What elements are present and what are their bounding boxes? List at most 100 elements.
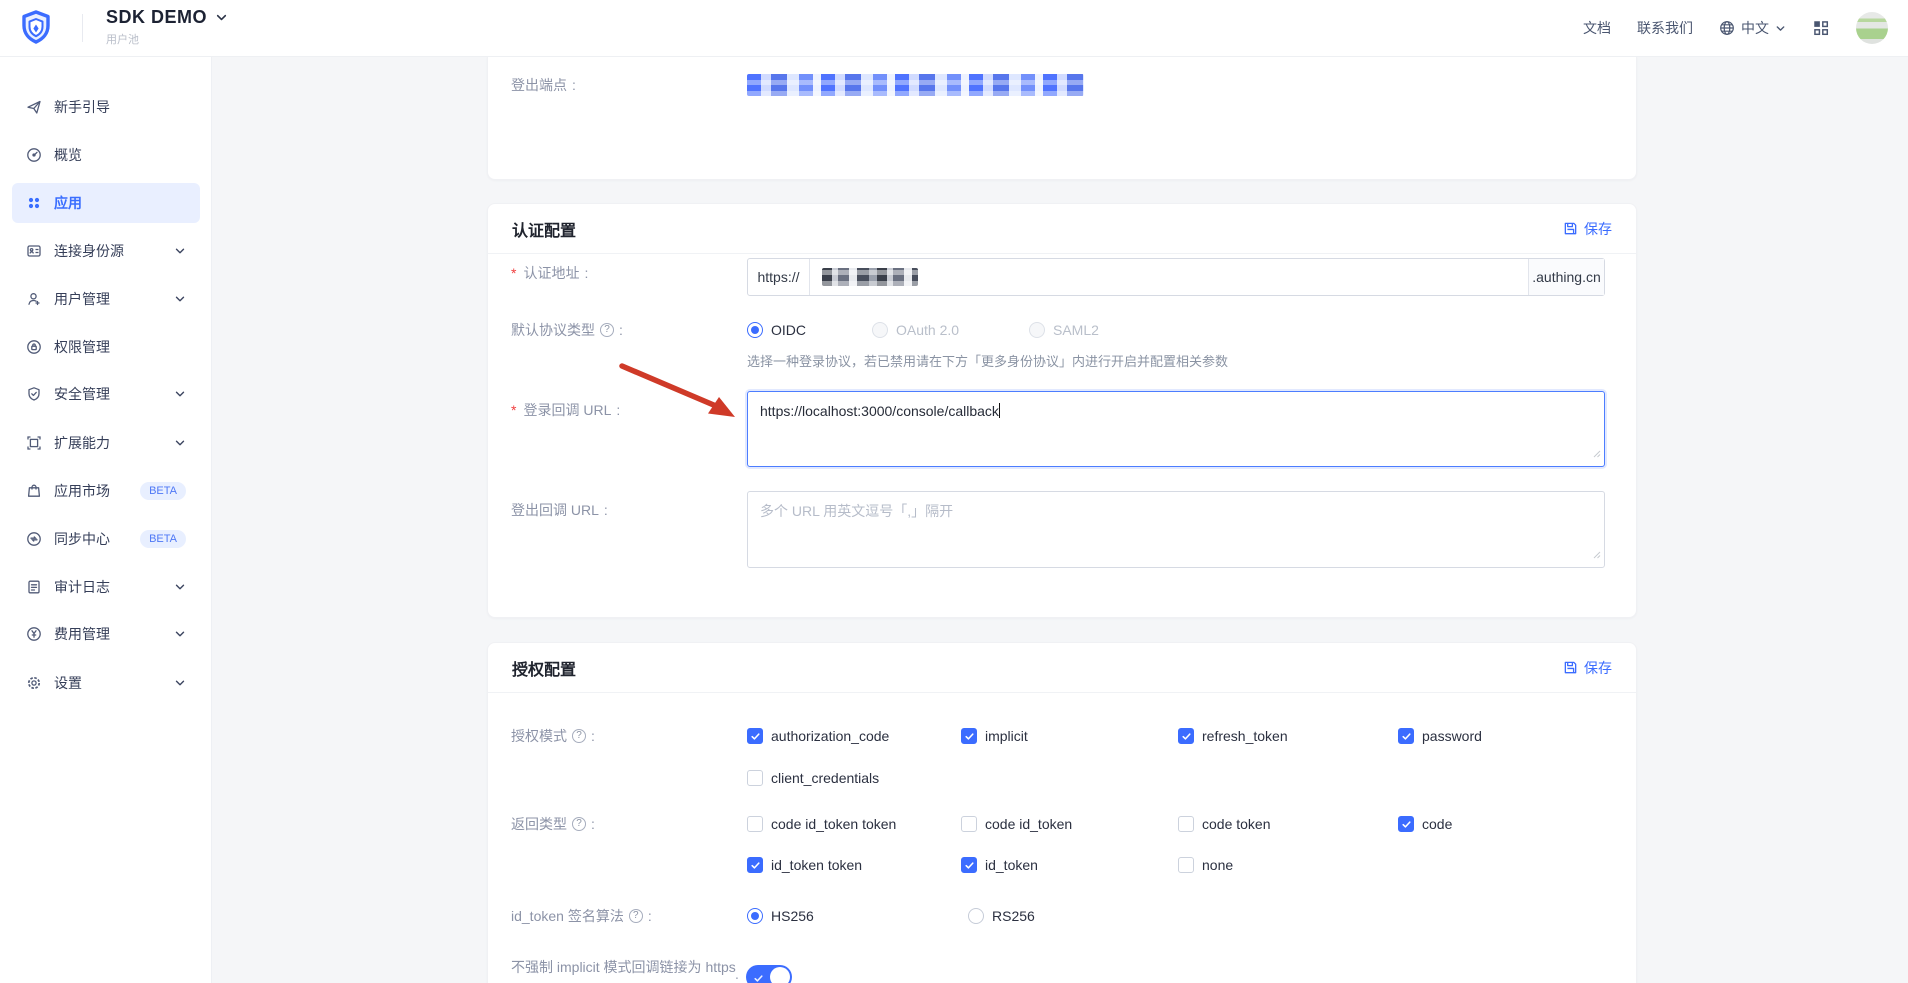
checkbox-icon [747, 816, 763, 832]
sidebar-item-billing[interactable]: 费用管理 [12, 614, 200, 654]
implicit-https-label-colon: : [735, 972, 739, 983]
checkbox-none[interactable]: none [1178, 854, 1233, 876]
chevron-down-icon [174, 293, 186, 305]
question-circle-icon[interactable]: ? [628, 909, 643, 923]
checkbox-idtoken-token[interactable]: id_token token [747, 854, 862, 876]
question-circle-icon[interactable]: ? [572, 729, 586, 743]
docs-link[interactable]: 文档 [1583, 18, 1611, 38]
app-name: SDK DEMO [106, 7, 208, 27]
toggle-knob [770, 967, 790, 983]
protocol-hint: 选择一种登录协议，若已禁用请在下方「更多身份协议」内进行开启并配置相关参数 [747, 354, 1229, 369]
checkbox-icon [961, 816, 977, 832]
sidebar-item-label: 费用管理 [54, 626, 110, 642]
checkbox-icon [961, 728, 977, 744]
sidebar-item-permissions[interactable]: 权限管理 [12, 327, 200, 367]
gauge-icon [26, 147, 42, 163]
auth-address-input[interactable]: https:// .authing.cn [747, 258, 1605, 296]
globe-icon [1719, 20, 1735, 36]
checkbox-code-idtoken[interactable]: code id_token [961, 813, 1072, 835]
login-callback-textarea[interactable]: https://localhost:3000/console/callback [747, 391, 1605, 467]
card-title: 授权配置 [512, 661, 577, 679]
sidebar-item-user-management[interactable]: 用户管理 [12, 279, 200, 319]
sidebar-item-security[interactable]: 安全管理 [12, 374, 200, 414]
radio-icon [1029, 322, 1045, 338]
placeholder-text: 多个 URL 用英文逗号「,」隔开 [760, 503, 954, 519]
checkbox-icon [747, 728, 763, 744]
sidebar-item-sync-center[interactable]: 同步中心 BETA [12, 519, 200, 559]
sidebar-item-audit-logs[interactable]: 审计日志 [12, 567, 200, 607]
contact-link[interactable]: 联系我们 [1637, 18, 1693, 38]
implicit-https-toggle[interactable] [746, 965, 792, 983]
authorization-config-card: 授权配置 保存 授权模式 ? : authorization_code impl… [487, 642, 1637, 983]
checkbox-code-idtoken-token[interactable]: code id_token token [747, 813, 896, 835]
logout-callback-textarea[interactable]: 多个 URL 用英文逗号「,」隔开 [747, 491, 1605, 568]
radio-icon [872, 322, 888, 338]
checkbox-refresh-token[interactable]: refresh_token [1178, 725, 1288, 747]
radio-saml2[interactable]: SAML2 [1029, 319, 1099, 341]
checkbox-idtoken[interactable]: id_token [961, 854, 1038, 876]
checkbox-icon [961, 857, 977, 873]
sidebar-item-label: 审计日志 [54, 579, 110, 595]
sidebar-item-app-market[interactable]: 应用市场 BETA [12, 471, 200, 511]
sidebar-item-label: 同步中心 [54, 531, 110, 547]
checkbox-icon [1178, 816, 1194, 832]
radio-oauth2[interactable]: OAuth 2.0 [872, 319, 959, 341]
gear-icon [26, 675, 42, 691]
resize-handle[interactable] [1593, 544, 1601, 564]
question-circle-icon[interactable]: ? [572, 817, 586, 831]
language-selector[interactable]: 中文 [1719, 18, 1786, 38]
sidebar-item-settings[interactable]: 设置 [12, 663, 200, 703]
sidebar-item-extensions[interactable]: 扩展能力 [12, 423, 200, 463]
chevron-down-icon [174, 245, 186, 257]
sidebar-item-overview[interactable]: 概览 [12, 135, 200, 175]
checkbox-code-token[interactable]: code token [1178, 813, 1271, 835]
checkbox-authorization-code[interactable]: authorization_code [747, 725, 889, 747]
radio-oidc[interactable]: OIDC [747, 319, 806, 341]
beta-badge: BETA [140, 530, 186, 548]
money-circle-icon [26, 626, 42, 642]
radio-rs256[interactable]: RS256 [968, 905, 1035, 927]
app-switcher[interactable]: SDK DEMO 用户池 [106, 7, 228, 47]
question-circle-icon[interactable]: ? [600, 323, 614, 337]
sidebar-item-identity-sources[interactable]: 连接身份源 [12, 231, 200, 271]
idtoken-algorithm-label: id_token 签名算法 ? : [511, 908, 652, 924]
language-label: 中文 [1741, 20, 1769, 36]
authing-logo-icon [16, 8, 56, 48]
chevron-down-icon [174, 628, 186, 640]
checkbox-password[interactable]: password [1398, 725, 1482, 747]
save-icon [1563, 221, 1578, 236]
radio-hs256[interactable]: HS256 [747, 905, 814, 927]
logout-callback-label: 登出回调 URL: [511, 502, 608, 518]
user-avatar[interactable] [1856, 12, 1888, 44]
checkbox-implicit[interactable]: implicit [961, 725, 1028, 747]
response-type-label: 返回类型 ? : [511, 816, 595, 832]
login-callback-label: * 登录回调 URL: [511, 402, 621, 418]
url-prefix: https:// [748, 259, 810, 295]
save-button[interactable]: 保存 [1563, 219, 1612, 239]
sidebar-item-applications[interactable]: 应用 [12, 183, 200, 223]
logout-endpoint-link-redacted[interactable] [747, 74, 1084, 96]
logout-endpoint-label: 登出端点: [511, 77, 576, 93]
top-header: SDK DEMO 用户池 文档 联系我们 中文 [0, 0, 1908, 56]
apps-grid-icon[interactable] [1812, 19, 1830, 37]
sidebar-item-label: 新手引导 [54, 99, 110, 115]
authentication-config-card: 认证配置 保存 * 认证地址: https:// .authing.cn 默认协… [487, 203, 1637, 618]
checkbox-icon [1398, 728, 1414, 744]
save-icon [1563, 660, 1578, 675]
sidebar-item-label: 权限管理 [54, 339, 110, 355]
grant-mode-label: 授权模式 ? : [511, 728, 595, 744]
resize-handle[interactable] [1593, 443, 1601, 463]
chevron-down-icon [174, 581, 186, 593]
chevron-down-icon [215, 11, 228, 24]
app-dots-icon [26, 195, 42, 211]
text-cursor [998, 403, 1000, 418]
save-button[interactable]: 保存 [1563, 658, 1612, 678]
checkbox-client-credentials[interactable]: client_credentials [747, 767, 879, 789]
sidebar-item-label: 应用市场 [54, 483, 110, 499]
user-icon [26, 291, 42, 307]
checkbox-code[interactable]: code [1398, 813, 1452, 835]
checkbox-icon [747, 857, 763, 873]
chevron-down-icon [174, 437, 186, 449]
sidebar-item-guide[interactable]: 新手引导 [12, 87, 200, 127]
chevron-down-icon [1775, 23, 1786, 34]
